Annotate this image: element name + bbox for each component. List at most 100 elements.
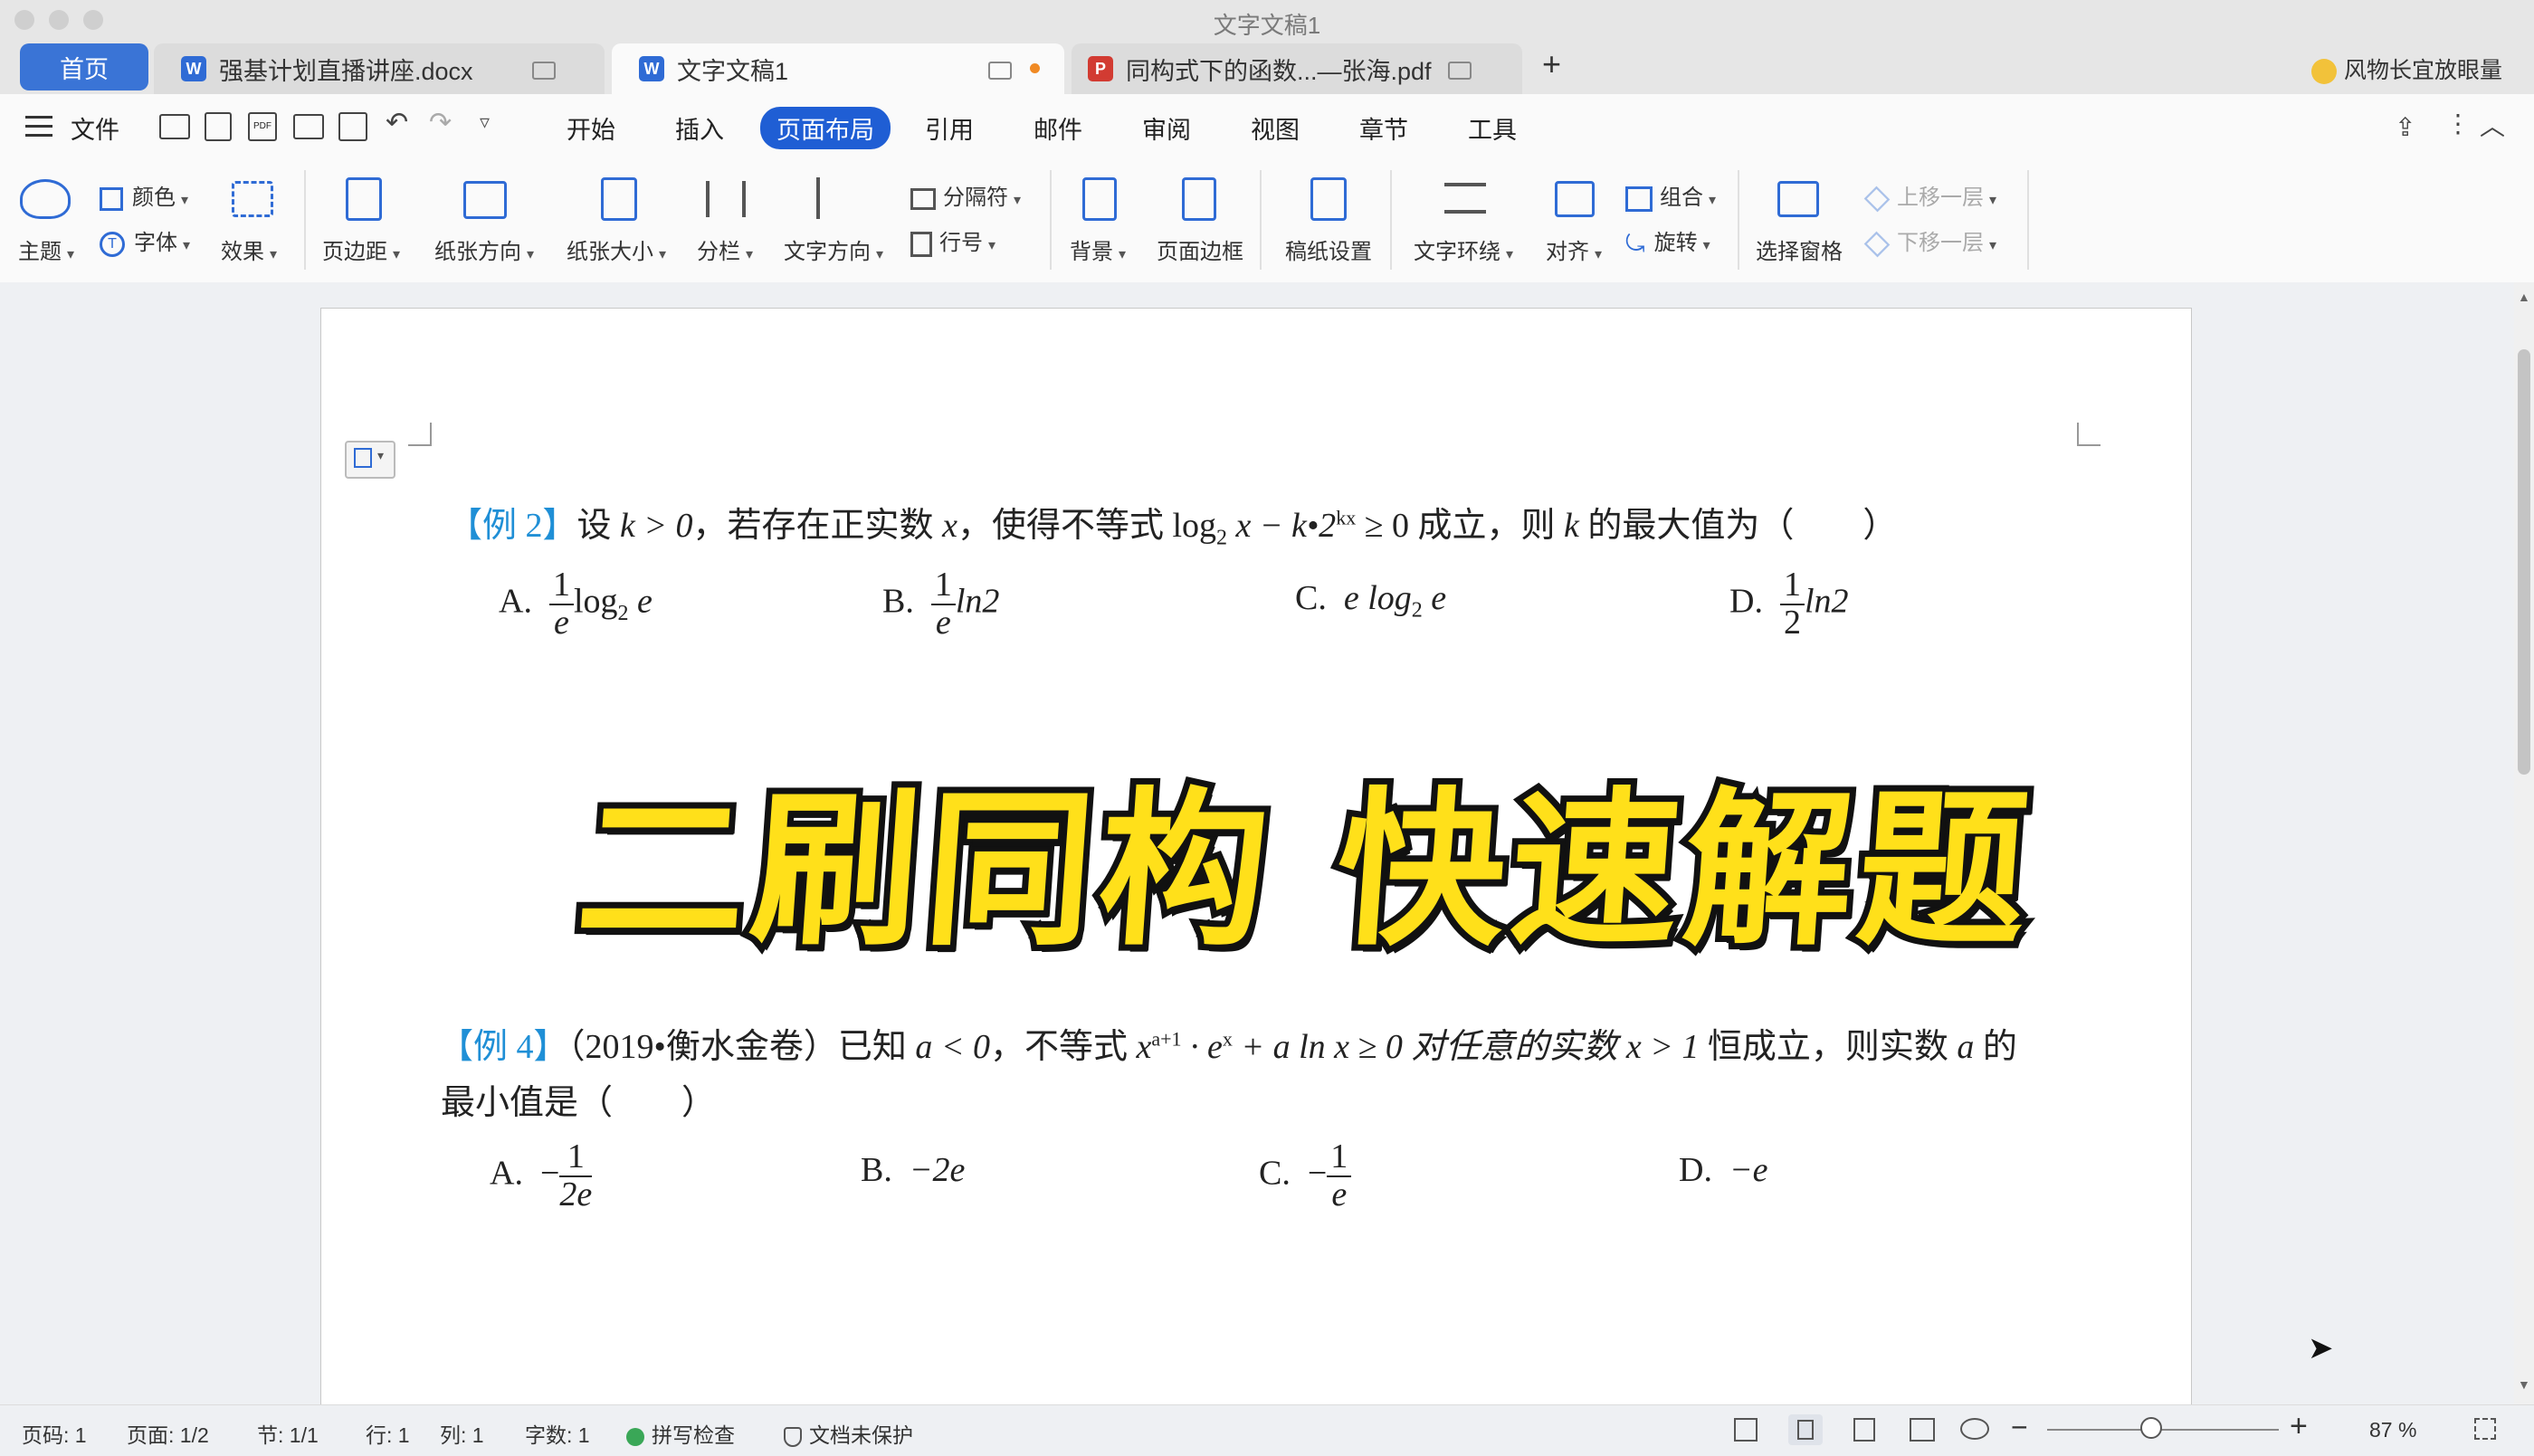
group-button[interactable]: 组合 ▾ [1625,179,1716,212]
menu-mailings[interactable]: 邮件 [1034,110,1082,146]
paper-size-button[interactable]: 纸张大小 ▾ [567,233,666,265]
open-folder-icon[interactable] [159,114,190,139]
print-icon[interactable] [293,114,324,139]
draft-paper-icon[interactable] [1310,177,1347,221]
menu-insert[interactable]: 插入 [675,110,724,146]
menu-tools[interactable]: 工具 [1468,110,1517,146]
scrollbar-thumb[interactable] [2518,349,2530,775]
text-direction-icon[interactable] [816,177,853,219]
fit-window-icon[interactable] [2474,1418,2496,1440]
status-page[interactable]: 页面: 1/2 [127,1418,209,1449]
menu-home[interactable]: 开始 [567,110,615,146]
web-view-icon[interactable] [1910,1418,1935,1442]
document-protection-button[interactable]: 文档未保护 [784,1418,913,1449]
undo-icon[interactable]: ↶ [386,107,408,138]
zoom-slider-handle[interactable] [2140,1417,2163,1439]
example-2-question: 【例 2】设 k > 0，若存在正实数 x，使得不等式 log2 x − k•2… [448,506,1898,550]
line-number-button[interactable]: 行号 ▾ [910,224,996,257]
new-tab-button[interactable]: + [1542,45,1561,83]
status-column[interactable]: 列: 1 [440,1418,484,1449]
tab-document-1[interactable]: W 强基计划直播讲座.docx [154,43,605,94]
status-row[interactable]: 行: 1 [366,1418,410,1449]
save-icon[interactable] [205,112,232,141]
margins-button[interactable]: 页边距 ▾ [322,233,400,265]
menu-view[interactable]: 视图 [1251,110,1300,146]
paper-size-icon[interactable] [601,177,637,221]
group-label: 组合 [1660,186,1703,210]
fraction: 1 2e [559,1137,593,1213]
line-number-icon [910,231,932,257]
margins-label: 页边距 [322,240,387,264]
bring-forward-button[interactable]: 上移一层 ▾ [1863,179,1996,212]
example-2-option-b: B. 1 eln2 [882,566,1000,642]
color-button[interactable]: 颜色 ▾ [100,179,188,211]
tab-home[interactable]: 首页 [20,43,148,90]
file-menu[interactable]: 文件 [71,110,119,146]
eye-protection-icon[interactable] [1960,1418,1989,1440]
zoom-out-icon[interactable]: − [2011,1411,2028,1444]
promo-link[interactable]: 风物长宜放眼量 [2311,52,2502,85]
selection-pane-icon[interactable] [1777,181,1819,217]
background-icon[interactable] [1082,177,1117,221]
print-preview-icon[interactable] [338,112,367,141]
separator-button[interactable]: 分隔符 ▾ [910,179,1021,211]
align-button[interactable]: 对齐 ▾ [1546,233,1602,265]
rotate-button[interactable]: ⤿ 旋转 ▾ [1625,224,1710,259]
text-direction-button[interactable]: 文字方向 ▾ [784,233,883,265]
zoom-slider[interactable] [2047,1417,2279,1439]
orientation-icon[interactable] [463,181,507,219]
more-options-icon[interactable]: ⋮ [2445,109,2471,138]
background-button[interactable]: 背景 ▾ [1070,233,1126,265]
paste-options-icon[interactable]: ▾ [345,441,395,479]
font-label: 字体 [134,231,177,255]
theme-palette-icon[interactable] [20,179,71,219]
columns-icon[interactable] [706,181,746,217]
fraction: 1e [1327,1138,1352,1213]
tab-document-3[interactable]: P 同构式下的函数...—张海.pdf [1072,43,1522,94]
spellcheck-button[interactable]: 拼写检查 [626,1418,735,1449]
page-border-icon[interactable] [1182,177,1216,221]
scroll-up-icon[interactable]: ▲ [2518,290,2530,304]
effect-button[interactable]: 效果 ▾ [221,233,277,265]
redo-icon[interactable]: ↷ [429,107,452,138]
wrap-text-button[interactable]: 文字环绕 ▾ [1414,233,1513,265]
page-break-icon [910,187,936,210]
font-button[interactable]: T 字体 ▾ [100,224,190,257]
page-border-button[interactable]: 页面边框 [1157,233,1243,265]
status-section[interactable]: 节: 1/1 [257,1418,319,1449]
status-word-count[interactable]: 字数: 1 [525,1418,590,1449]
menu-references[interactable]: 引用 [925,110,974,146]
collapse-ribbon-icon[interactable]: ︿ [2480,107,2505,143]
theme-button[interactable]: 主题 ▾ [18,233,74,265]
tab-document-2-label: 文字文稿1 [677,57,789,85]
vertical-scrollbar[interactable]: ▲ ▼ [2514,282,2534,1404]
share-icon[interactable]: ⇪ [2395,112,2415,142]
tab-document-2[interactable]: W 文字文稿1 [612,43,1064,94]
hamburger-menu-icon[interactable] [25,116,52,137]
ribbon-separator [1050,170,1052,270]
align-icon[interactable] [1555,181,1595,217]
word-doc-icon: W [181,56,206,81]
menu-page-layout[interactable]: 页面布局 [760,107,891,149]
draft-setting-button[interactable]: 稿纸设置 [1285,233,1372,265]
selection-pane-button[interactable]: 选择窗格 [1756,233,1843,265]
wrap-text-icon[interactable] [1444,183,1486,214]
send-backward-button[interactable]: 下移一层 ▾ [1863,224,1996,257]
scroll-down-icon[interactable]: ▼ [2518,1377,2530,1392]
zoom-in-icon[interactable]: + [2290,1409,2308,1444]
orientation-button[interactable]: 纸张方向 ▾ [434,233,534,265]
bring-forward-icon [1863,186,1891,212]
zoom-percentage[interactable]: 87 % [2369,1418,2416,1442]
margins-icon[interactable] [346,177,382,221]
color-grid-icon [100,186,123,211]
columns-button[interactable]: 分栏 ▾ [697,233,753,265]
status-page-code[interactable]: 页码: 1 [22,1418,87,1449]
menu-review[interactable]: 审阅 [1142,110,1191,146]
effect-icon[interactable] [232,181,273,217]
customize-toolbar-icon[interactable]: ▿ [480,110,490,134]
full-screen-view-icon[interactable] [1734,1418,1758,1442]
pdf-export-icon[interactable]: PDF [248,112,277,141]
menu-chapter[interactable]: 章节 [1359,110,1408,146]
outline-view-icon[interactable] [1853,1418,1875,1442]
page-view-button[interactable] [1788,1414,1823,1445]
